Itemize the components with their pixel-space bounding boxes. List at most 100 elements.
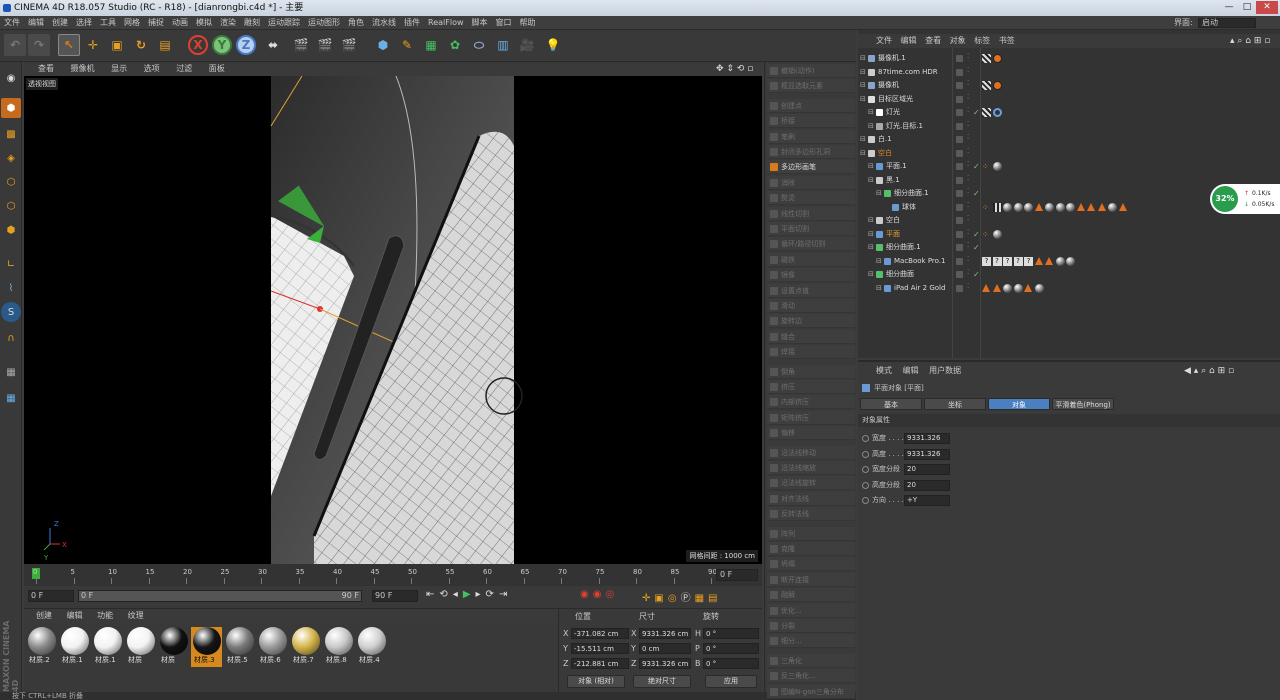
make-editable-icon[interactable]: ◉ [1, 68, 21, 88]
edges-mode-icon[interactable]: ⬡ [1, 196, 21, 216]
modeling-command[interactable]: 桥接 [767, 114, 855, 129]
current-frame-field[interactable]: 0 F [716, 569, 758, 581]
expand-toggle-icon[interactable]: ⊟ [868, 268, 874, 281]
mat-menu-create[interactable]: 创建 [36, 611, 52, 620]
object-row[interactable]: ⊟ 黑.1 ⁚ [858, 174, 1280, 187]
redo-icon[interactable]: ↷ [28, 34, 50, 56]
vp-menu-panel[interactable]: 面板 [209, 64, 225, 73]
size-x-field[interactable]: 9331.326 cm [639, 628, 691, 639]
modeling-command[interactable]: 多边形画笔 [767, 160, 855, 175]
material-tag-icon[interactable] [1045, 202, 1054, 212]
animate-radio-icon[interactable] [862, 450, 869, 458]
visibility-dots-icon[interactable]: ⁚ [967, 80, 971, 90]
modeling-command[interactable]: 缝合 [767, 329, 855, 344]
material-swatch[interactable]: 材质.5 [224, 627, 255, 667]
material-swatch[interactable]: 材质.1 [59, 627, 90, 667]
protection-tag-icon[interactable] [992, 81, 1002, 90]
magnet-icon[interactable]: ∩ [1, 328, 21, 348]
material-tag-icon[interactable] [1097, 202, 1107, 212]
move-icon[interactable]: ✛ [82, 34, 104, 56]
material-swatch[interactable]: 材质.4 [356, 627, 387, 667]
mat-menu-texture[interactable]: 纹理 [128, 611, 144, 620]
phong-tag-icon[interactable]: ⁘ [982, 203, 991, 212]
modeling-command[interactable]: 分裂 [767, 619, 855, 633]
workplane-icon[interactable]: ◈ [1, 148, 21, 168]
material-tag-icon[interactable] [1034, 283, 1044, 293]
size-z-field[interactable]: 9331.326 cm [639, 658, 691, 669]
pos-z-field[interactable]: -212.881 cm [571, 658, 629, 669]
modeling-command[interactable]: 平面切割 [767, 222, 855, 236]
tweak-mode-icon[interactable]: ⌇ [1, 278, 21, 298]
menu-item[interactable]: 动画 [172, 18, 188, 27]
modeling-command[interactable]: 融解 [767, 588, 855, 603]
go-end-icon[interactable]: ⇥ [499, 589, 512, 600]
modeling-command[interactable]: 对齐法线 [767, 491, 855, 506]
record-icon[interactable]: ◉ [580, 589, 593, 600]
object-row[interactable]: ⊟ 空白 ⁚ [858, 147, 1280, 160]
vp-menu-options[interactable]: 选项 [144, 64, 160, 73]
visibility-dots-icon[interactable]: ⁚ [967, 120, 971, 131]
modeling-command[interactable]: 熨烫 [767, 191, 855, 206]
object-layer-icon[interactable] [956, 217, 963, 224]
checker-tag-icon[interactable] [982, 108, 991, 117]
tab-object[interactable]: 对象 [988, 398, 1050, 410]
material-tag-icon[interactable] [1076, 202, 1086, 212]
next-frame-icon[interactable]: ▸ [476, 589, 486, 600]
subdivision-icon[interactable]: ▦ [420, 34, 442, 56]
attr-menu-mode[interactable]: 模式 [876, 366, 892, 375]
unknown-material-tag-icon[interactable]: ? [992, 256, 1002, 266]
keyframe-selection-icon[interactable]: ◎ [605, 589, 618, 600]
material-swatch[interactable]: 材质 [125, 627, 156, 667]
key-scale-icon[interactable]: ▣ [654, 593, 667, 604]
modeling-command[interactable]: 镜像 [767, 268, 855, 283]
modeling-command[interactable]: 封闭多边形孔洞 [767, 145, 855, 159]
object-layer-icon[interactable] [956, 149, 963, 157]
visibility-dots-icon[interactable]: ⁚ [967, 255, 971, 266]
next-key-icon[interactable]: ⟳ [486, 589, 499, 600]
rot-h-field[interactable]: 0 ° [703, 628, 759, 639]
visibility-dots-icon[interactable]: ⁚ [967, 269, 971, 279]
modeling-command[interactable]: 笔刷 [767, 129, 855, 144]
menu-item[interactable]: 帮助 [520, 18, 536, 27]
play-icon[interactable]: ▶ [463, 589, 476, 600]
object-row[interactable]: ⊟ 摄像机 ⁚ [858, 79, 1280, 92]
menu-item[interactable]: 脚本 [472, 18, 488, 27]
texture-mode-icon[interactable]: ▩ [1, 124, 21, 144]
render-settings-icon[interactable]: 🎬 [338, 34, 360, 56]
modeling-command[interactable]: 矩阵挤压 [767, 410, 855, 425]
apply-button[interactable]: 应用 [705, 675, 757, 688]
visibility-dots-icon[interactable]: ⁚ [967, 201, 971, 212]
menu-item[interactable]: 流水线 [372, 18, 396, 27]
visibility-dots-icon[interactable]: ⁚ [967, 161, 971, 171]
size-mode-select[interactable]: 绝对尺寸 [633, 675, 691, 688]
mat-menu-edit[interactable]: 编辑 [67, 611, 83, 620]
attribute-value-field[interactable]: 9331.326 [904, 448, 950, 460]
snap-icon[interactable]: S [1, 302, 21, 322]
material-tag-icon[interactable] [992, 162, 1002, 171]
object-row[interactable]: ⊟ 87time.com HDR ⁚ [858, 66, 1280, 79]
undo-icon[interactable]: ↶ [4, 34, 26, 56]
last-tool-icon[interactable]: ▤ [154, 34, 176, 56]
object-row[interactable]: ⊟ 灯光 ⁚ ✓ [858, 106, 1280, 119]
vp-menu-display[interactable]: 显示 [111, 64, 127, 73]
obj-menu-bookmarks[interactable]: 书签 [999, 36, 1015, 45]
material-swatch[interactable]: 材质.3 [191, 627, 222, 667]
animate-radio-icon[interactable] [862, 435, 869, 442]
object-row[interactable]: ⊟ 细分曲面.1 ⁚ ✓ [858, 241, 1280, 254]
menu-item[interactable]: 网格 [124, 18, 140, 27]
model-mode-icon[interactable]: ⬢ [1, 98, 21, 118]
expand-toggle-icon[interactable]: ⊟ [860, 66, 866, 79]
coord-system-icon[interactable]: ⬌ [262, 34, 284, 56]
material-tag-icon[interactable] [1024, 283, 1033, 293]
visibility-dots-icon[interactable]: ⁚ [967, 107, 971, 117]
attribute-value-field[interactable]: 20 [904, 479, 950, 491]
tab-basic[interactable]: 基本 [860, 398, 922, 410]
menu-item[interactable]: 工具 [100, 18, 116, 27]
unknown-material-tag-icon[interactable]: ? [1013, 256, 1023, 266]
key-rotation-icon[interactable]: ◎ [668, 593, 681, 604]
object-layer-icon[interactable] [956, 55, 963, 62]
modeling-command[interactable]: 细分... [767, 634, 855, 649]
range-slider[interactable]: 0 F 90 F [78, 590, 362, 602]
expand-toggle-icon[interactable]: ⊟ [876, 187, 882, 200]
visibility-dots-icon[interactable]: ⁚ [967, 93, 971, 104]
